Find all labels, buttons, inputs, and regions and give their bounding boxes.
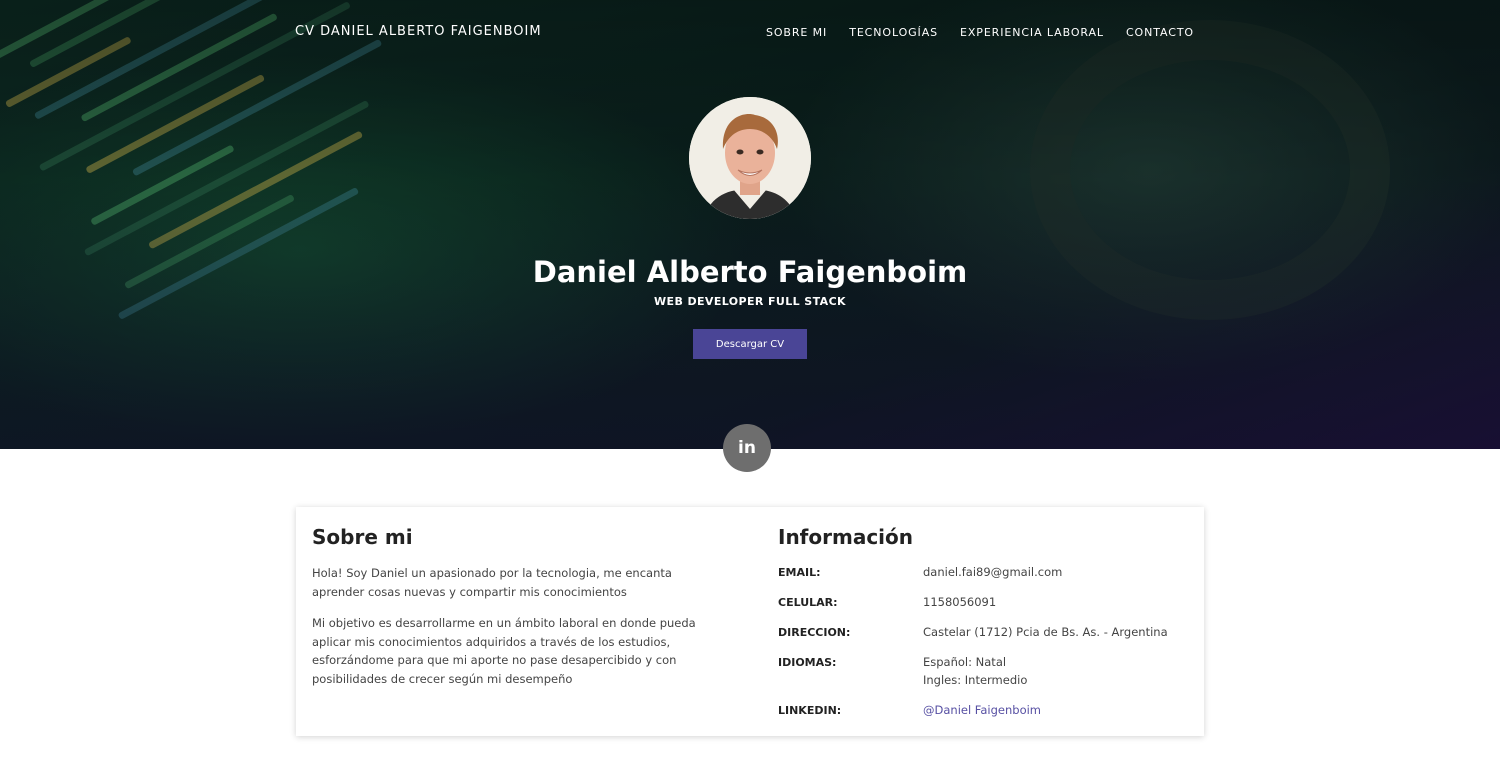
profile-card: Sobre mi Hola! Soy Daniel un apasionado … xyxy=(296,507,1204,736)
nav-link-experiencia-laboral[interactable]: EXPERIENCIA LABORAL xyxy=(960,26,1104,39)
nav-link-tecnologias[interactable]: TECNOLOGÍAS xyxy=(849,26,938,39)
about-paragraph: Mi objetivo es desarrollarme en un ámbit… xyxy=(312,616,696,686)
nav-link-contacto[interactable]: CONTACTO xyxy=(1126,26,1194,39)
about-paragraph: Hola! Soy Daniel un apasionado por la te… xyxy=(312,566,672,599)
linkedin-icon: in xyxy=(738,438,756,458)
profile-title: WEB DEVELOPER FULL STACK xyxy=(654,295,846,308)
address-value: Castelar (1712) Pcia de Bs. As. - Argent… xyxy=(923,625,1168,639)
avatar xyxy=(689,97,811,219)
nav-link-sobre-mi[interactable]: SOBRE MI xyxy=(766,26,827,39)
hero-header: CV DANIEL ALBERTO FAIGENBOIM SOBRE MI TE… xyxy=(0,0,1500,449)
email-value: daniel.fai89@gmail.com xyxy=(923,565,1063,579)
linkedin-value: @Daniel Faigenboim xyxy=(923,702,1041,720)
languages-label: IDIOMAS: xyxy=(778,656,837,669)
language-item: Español: Natal xyxy=(923,655,1007,669)
phone-value: 1158056091 xyxy=(923,595,997,609)
hero-overlay xyxy=(0,0,1500,449)
info-heading: Información xyxy=(778,525,914,549)
languages-value: Español: Natal Ingles: Intermedio xyxy=(923,654,1027,689)
about-heading: Sobre mi xyxy=(312,525,413,549)
language-item: Ingles: Intermedio xyxy=(923,672,1028,687)
email-label: EMAIL: xyxy=(778,566,821,579)
linkedin-label: LINKEDIN: xyxy=(778,704,842,717)
linkedin-button[interactable]: in xyxy=(723,424,771,472)
site-brand[interactable]: CV DANIEL ALBERTO FAIGENBOIM xyxy=(295,24,542,39)
address-label: DIRECCION: xyxy=(778,626,851,639)
linkedin-link[interactable]: @Daniel Faigenboim xyxy=(923,703,1041,717)
profile-photo xyxy=(689,97,811,219)
main-nav: SOBRE MI TECNOLOGÍAS EXPERIENCIA LABORAL… xyxy=(766,26,1194,39)
download-cv-button[interactable]: Descargar CV xyxy=(693,329,807,359)
profile-name: Daniel Alberto Faigenboim xyxy=(532,255,968,289)
phone-label: CELULAR: xyxy=(778,596,838,609)
